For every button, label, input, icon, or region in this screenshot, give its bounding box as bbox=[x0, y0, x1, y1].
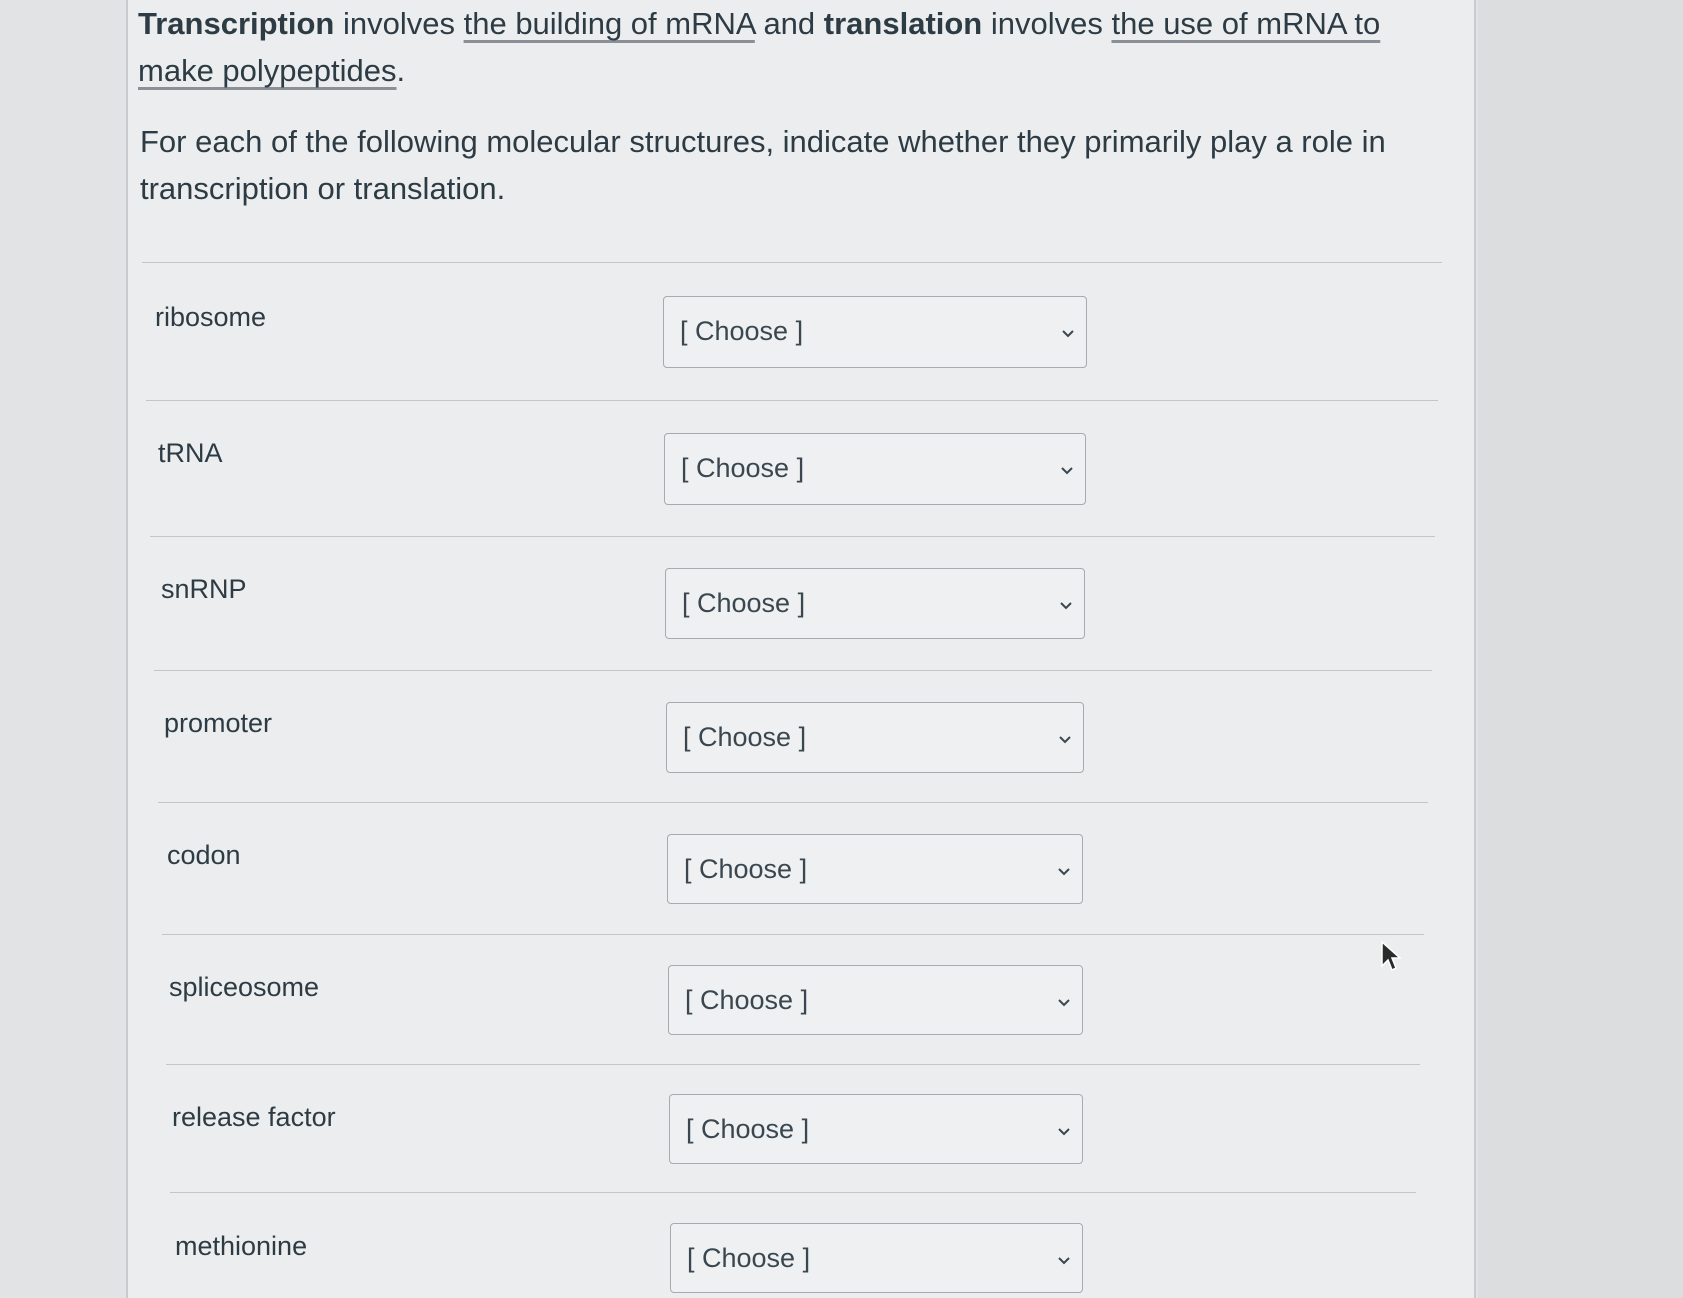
dropdown-selected-value: [ Choose ] bbox=[686, 1114, 810, 1144]
chevron-down-icon bbox=[1058, 1128, 1070, 1136]
structure-label: methionine bbox=[175, 1231, 308, 1261]
question-card: Transcription involves the building of m… bbox=[126, 0, 1476, 1298]
structure-label: promoter bbox=[164, 708, 273, 738]
dropdown-selected-value: [ Choose ] bbox=[682, 588, 806, 618]
structure-label: release factor bbox=[172, 1102, 336, 1132]
chevron-down-icon bbox=[1058, 999, 1070, 1007]
page-background bbox=[1478, 0, 1683, 1298]
answer-dropdown[interactable]: [ Choose ] bbox=[669, 1094, 1083, 1164]
row-divider bbox=[154, 670, 1432, 671]
chevron-down-icon bbox=[1058, 1257, 1070, 1265]
question-intro: Transcription involves the building of m… bbox=[138, 0, 1458, 94]
row-divider bbox=[162, 934, 1424, 935]
intro-text: . bbox=[396, 53, 406, 88]
chevron-down-icon bbox=[1061, 467, 1073, 475]
chevron-down-icon bbox=[1059, 736, 1071, 744]
answer-dropdown[interactable]: [ Choose ] bbox=[668, 965, 1083, 1035]
row-divider bbox=[150, 536, 1435, 537]
dropdown-selected-value: [ Choose ] bbox=[687, 1243, 811, 1273]
dropdown-selected-value: [ Choose ] bbox=[680, 316, 804, 346]
dropdown-selected-value: [ Choose ] bbox=[681, 453, 805, 483]
answer-dropdown[interactable]: [ Choose ] bbox=[670, 1223, 1083, 1293]
intro-term-translation: translation bbox=[823, 6, 983, 41]
intro-term-transcription: Transcription bbox=[138, 6, 335, 41]
chevron-down-icon bbox=[1060, 602, 1072, 610]
structure-label: spliceosome bbox=[169, 972, 320, 1002]
mouse-pointer-icon bbox=[1381, 940, 1402, 972]
intro-text: involves bbox=[334, 6, 464, 41]
structure-label: tRNA bbox=[158, 438, 223, 468]
answer-dropdown[interactable]: [ Choose ] bbox=[663, 296, 1087, 368]
dropdown-selected-value: [ Choose ] bbox=[685, 985, 809, 1015]
chevron-down-icon bbox=[1062, 330, 1074, 338]
intro-underlined-phrase: the building of mRNA bbox=[463, 6, 755, 41]
dropdown-selected-value: [ Choose ] bbox=[684, 854, 808, 884]
question-prompt: For each of the following molecular stru… bbox=[140, 124, 1386, 206]
answer-dropdown[interactable]: [ Choose ] bbox=[665, 568, 1085, 639]
intro-text: involves bbox=[982, 6, 1112, 41]
answer-dropdown[interactable]: [ Choose ] bbox=[667, 834, 1083, 904]
chevron-down-icon bbox=[1058, 868, 1070, 876]
answer-dropdown[interactable]: [ Choose ] bbox=[664, 433, 1086, 505]
structure-label: codon bbox=[167, 840, 241, 870]
structure-label: ribosome bbox=[155, 302, 267, 332]
row-divider bbox=[166, 1064, 1420, 1065]
dropdown-selected-value: [ Choose ] bbox=[683, 722, 807, 752]
answer-dropdown[interactable]: [ Choose ] bbox=[666, 702, 1084, 773]
row-divider bbox=[146, 400, 1438, 401]
row-divider bbox=[170, 1192, 1416, 1193]
row-divider bbox=[158, 802, 1428, 803]
structure-label: snRNP bbox=[161, 574, 247, 604]
intro-text: and bbox=[754, 6, 824, 41]
row-divider bbox=[142, 262, 1442, 263]
